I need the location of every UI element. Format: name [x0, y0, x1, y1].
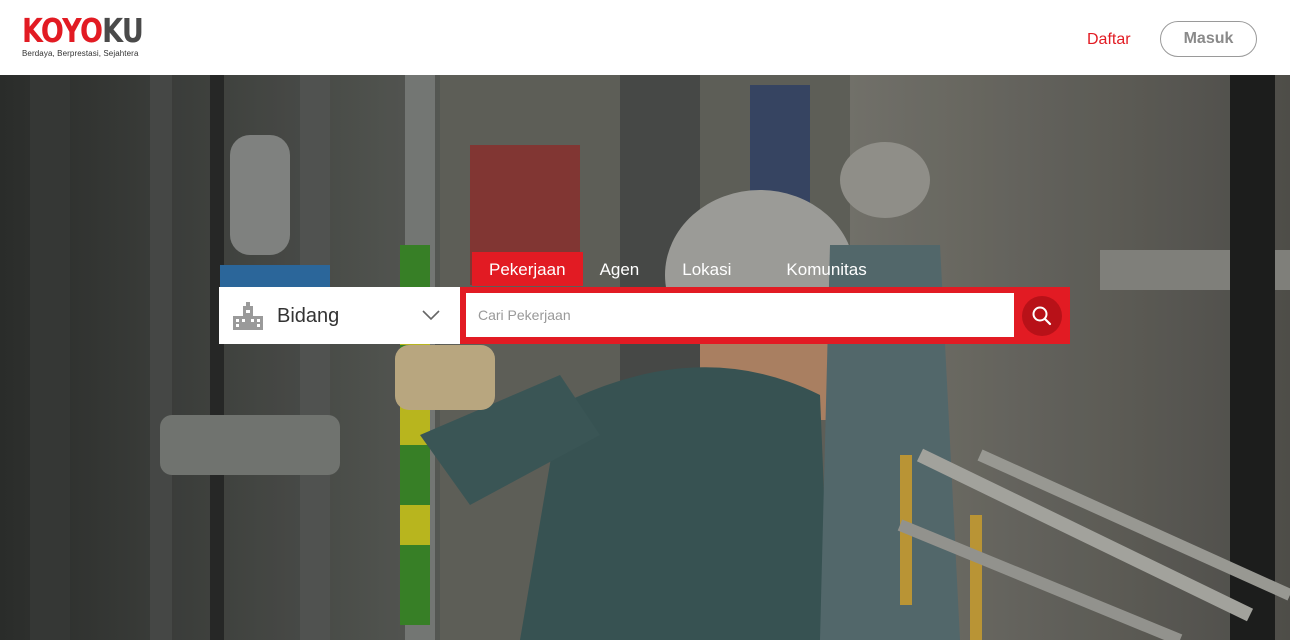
tab-komunitas[interactable]: Komunitas	[769, 252, 883, 286]
job-search-input[interactable]	[466, 293, 1014, 337]
logo-text-part2: KU	[102, 11, 144, 50]
bidang-select[interactable]: Bidang	[219, 287, 460, 344]
search-icon	[1032, 306, 1052, 326]
login-button[interactable]: Masuk	[1160, 21, 1257, 57]
hero-background-image	[0, 75, 1290, 640]
bidang-select-value: Bidang	[277, 305, 340, 327]
hero-section: Pekerjaan Agen Lokasi Komunitas Bidang	[0, 75, 1290, 640]
logo-text-part1: KOYO	[22, 11, 103, 50]
register-link[interactable]: Daftar	[1087, 31, 1131, 49]
tab-pekerjaan[interactable]: Pekerjaan	[472, 252, 583, 286]
tab-lokasi[interactable]: Lokasi	[656, 252, 769, 286]
koyoku-logo[interactable]: KOYOKU Berdaya, Berprestasi, Sejahtera	[22, 11, 170, 59]
search-button[interactable]	[1022, 296, 1062, 336]
buildings-icon	[233, 302, 263, 330]
logo-tagline: Berdaya, Berprestasi, Sejahtera	[22, 49, 139, 58]
top-navbar: KOYOKU Berdaya, Berprestasi, Sejahtera D…	[0, 0, 1290, 75]
search-category-tabs: Pekerjaan Agen Lokasi Komunitas	[472, 252, 884, 286]
tab-agen[interactable]: Agen	[583, 252, 657, 286]
chevron-down-icon	[422, 310, 440, 321]
logo-wordmark: KOYOKU	[22, 11, 144, 50]
job-search-bar	[460, 287, 1070, 344]
